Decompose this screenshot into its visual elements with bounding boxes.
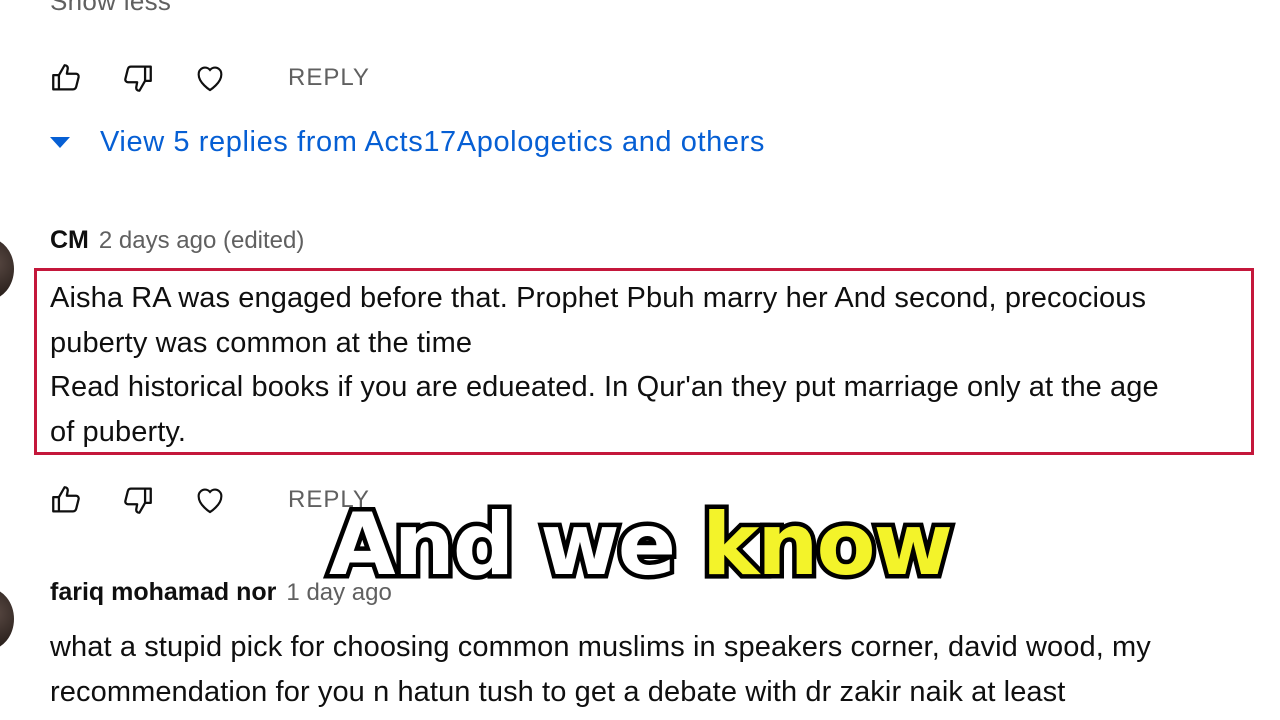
comment-header: CM 2 days ago (edited) bbox=[50, 226, 304, 255]
author-name[interactable]: CM bbox=[50, 226, 89, 255]
caret-down-icon bbox=[50, 137, 70, 148]
view-replies-button[interactable]: View 5 replies from Acts17Apologetics an… bbox=[48, 126, 765, 159]
reply-button[interactable]: REPLY bbox=[288, 64, 370, 92]
comment-timestamp[interactable]: 2 days ago (edited) bbox=[99, 227, 304, 255]
comment-line: Aisha RA was engaged before that. Prophe… bbox=[50, 282, 1147, 314]
avatar[interactable] bbox=[0, 588, 14, 650]
heart-icon[interactable] bbox=[192, 60, 228, 96]
comment-line: recommendation for you n hatun tush to g… bbox=[50, 675, 1066, 708]
view-replies-label: View 5 replies from Acts17Apologetics an… bbox=[100, 126, 766, 158]
comment-body: Aisha RA was engaged before that. Prophe… bbox=[50, 276, 1250, 454]
avatar[interactable] bbox=[0, 238, 14, 300]
like-icon[interactable] bbox=[48, 60, 84, 96]
comment-line: puberty was common at the time bbox=[50, 326, 473, 359]
caption-word: And we bbox=[325, 491, 681, 600]
video-caption: And we know bbox=[0, 491, 1280, 600]
comment-line: what a stupid pick for choosing common m… bbox=[50, 631, 1151, 663]
dislike-icon[interactable] bbox=[120, 60, 156, 96]
comment-actions: REPLY bbox=[48, 58, 370, 98]
comment-line: Read historical books if you are edueate… bbox=[50, 371, 1159, 403]
show-less-link[interactable]: Show less bbox=[50, 0, 171, 17]
comment-line: of puberty. bbox=[50, 415, 186, 448]
comment-body: what a stupid pick for choosing common m… bbox=[50, 625, 1151, 714]
caption-highlight-word: know bbox=[698, 491, 958, 600]
